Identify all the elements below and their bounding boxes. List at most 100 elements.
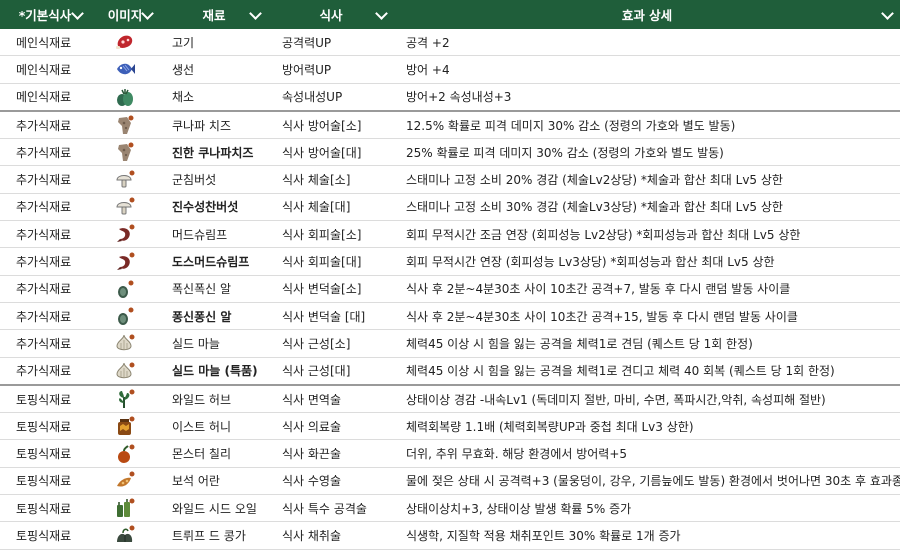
material-cell: 실드 마늘 (특품) — [160, 357, 268, 386]
table-row: 추가식재료 도스머드슈림프 식사 회피술[대] 회피 무적시간 연장 (회피성능 Lv… — [0, 247, 900, 276]
material-cell: 폭신폭신 알 — [160, 275, 268, 303]
cheese-icon — [114, 141, 136, 163]
table-row: 추가식재료 폭신폭신 알 식사 변덕술[소] 식사 후 2분~4분30초 사이 10초… — [0, 275, 900, 303]
meal-cell: 식사 회피술[대] — [268, 247, 394, 276]
header-category[interactable]: *기본식사 — [0, 0, 90, 29]
category-cell: 추가식재료 — [0, 275, 90, 303]
meal-cell: 식사 체술[소] — [268, 165, 394, 194]
effect-cell: 더위, 추위 무효화. 해당 환경에서 방어력+5 — [394, 439, 900, 468]
table-row: 추가식재료 진수성찬버섯 식사 체술[대] 스태미나 고정 소비 30% 경감 (체술… — [0, 193, 900, 222]
meal-cell: 식사 수영술 — [268, 467, 394, 496]
chevron-down-icon[interactable] — [375, 7, 388, 20]
shrimp-icon — [114, 223, 136, 245]
effect-cell: 회피 무적시간 연장 (회피성능 Lv3상당) *회피성능과 합산 최대 Lv5… — [394, 247, 900, 276]
material-cell: 도스머드슈림프 — [160, 247, 268, 276]
image-cell — [90, 55, 160, 84]
effect-cell: 스태미나 고정 소비 20% 경감 (체술Lv2상당) *체술과 합산 최대 L… — [394, 165, 900, 194]
meal-cell: 식사 방어술[대] — [268, 138, 394, 167]
honey-icon — [114, 415, 136, 437]
garlic-icon — [114, 332, 136, 354]
meal-cell: 식사 화끈술 — [268, 439, 394, 468]
table-row: 토핑식재료 트뤼프 드 콩가 식사 채취술 식생학, 지질학 적용 채취포인트 30%… — [0, 521, 900, 550]
effect-cell: 체력45 이상 시 힘을 잃는 공격을 체력1로 견디고 체력 40 회복 (퀘… — [394, 357, 900, 386]
chili-icon — [114, 443, 136, 465]
table-row: 추가식재료 진한 쿠나파치즈 식사 방어술[대] 25% 확률로 피격 데미지 30%… — [0, 138, 900, 167]
meat-icon — [114, 31, 136, 53]
shrimp-icon — [114, 251, 136, 273]
table-row: 토핑식재료 와일드 허브 식사 면역술 상태이상 경감 -내속Lv1 (독데미지 절반… — [0, 383, 900, 414]
seed-oil-icon — [114, 497, 136, 519]
effect-cell: 상태이상 경감 -내속Lv1 (독데미지 절반, 마비, 수면, 폭파시간,악취… — [394, 383, 900, 414]
effect-cell: 방어 +4 — [394, 55, 900, 84]
effect-cell: 체력회복량 1.1배 (체력회복량UP과 중첩 최대 Lv3 상한) — [394, 412, 900, 441]
image-cell — [90, 220, 160, 249]
effect-cell: 식사 후 2분~4분30초 사이 10초간 공격+7, 발동 후 다시 랜덤 발… — [394, 275, 900, 303]
category-cell: 추가식재료 — [0, 109, 90, 140]
image-cell — [90, 383, 160, 414]
meal-cell: 속성내성UP — [268, 83, 394, 112]
category-cell: 토핑식재료 — [0, 412, 90, 441]
food-skill-table: *기본식사 이미지 재료 식사 효과 상세 메인식재료 고기 공격력UP 공격 +2 메… — [0, 0, 900, 550]
category-cell: 추가식재료 — [0, 247, 90, 276]
material-cell: 군침버섯 — [160, 165, 268, 194]
meal-cell: 식사 변덕술 [대] — [268, 302, 394, 331]
image-cell — [90, 138, 160, 167]
category-cell: 추가식재료 — [0, 193, 90, 222]
effect-cell: 체력45 이상 시 힘을 잃는 공격을 체력1로 견딤 (퀘스트 당 1회 한정… — [394, 329, 900, 358]
header-material[interactable]: 재료 — [160, 0, 268, 29]
image-cell — [90, 275, 160, 303]
meal-cell: 공격력UP — [268, 29, 394, 57]
effect-cell: 식사 후 2분~4분30초 사이 10초간 공격+15, 발동 후 다시 랜덤 … — [394, 302, 900, 331]
table-row: 토핑식재료 와일드 시드 오일 식사 특수 공격술 상태이상치+3, 상태이상 발생 … — [0, 494, 900, 523]
header-image[interactable]: 이미지 — [90, 0, 160, 29]
image-cell — [90, 329, 160, 358]
category-cell: 메인식재료 — [0, 29, 90, 57]
table-row: 토핑식재료 보석 어란 식사 수영술 물에 젖은 상태 시 공격력+3 (물웅덩이, … — [0, 467, 900, 496]
egg-icon — [114, 278, 136, 300]
table-row: 메인식재료 생선 방어력UP 방어 +4 — [0, 55, 900, 84]
category-cell: 추가식재료 — [0, 357, 90, 386]
chevron-down-icon[interactable] — [249, 7, 262, 20]
category-cell: 추가식재료 — [0, 220, 90, 249]
material-cell: 고기 — [160, 29, 268, 57]
table-row: 추가식재료 실드 마늘 (특품) 식사 근성[대] 체력45 이상 시 힘을 잃는 공… — [0, 357, 900, 386]
category-cell: 토핑식재료 — [0, 494, 90, 523]
garlic-icon — [114, 360, 136, 382]
material-cell: 트뤼프 드 콩가 — [160, 521, 268, 550]
effect-cell: 방어+2 속성내성+3 — [394, 83, 900, 112]
table-row: 추가식재료 퐁신퐁신 알 식사 변덕술 [대] 식사 후 2분~4분30초 사이 10… — [0, 302, 900, 331]
material-cell: 진수성찬버섯 — [160, 193, 268, 222]
header-meal[interactable]: 식사 — [268, 0, 394, 29]
category-cell: 토핑식재료 — [0, 467, 90, 496]
table-row: 토핑식재료 이스트 허니 식사 의료술 체력회복량 1.1배 (체력회복량UP과 중첩… — [0, 412, 900, 441]
table-row: 추가식재료 머드슈림프 식사 회피술[소] 회피 무적시간 조금 연장 (회피성능 L… — [0, 220, 900, 249]
effect-cell: 상태이상치+3, 상태이상 발생 확률 5% 증가 — [394, 494, 900, 523]
chevron-down-icon[interactable] — [141, 7, 154, 20]
image-cell — [90, 109, 160, 140]
herb-icon — [114, 388, 136, 410]
category-cell: 토핑식재료 — [0, 383, 90, 414]
image-cell — [90, 193, 160, 222]
effect-cell: 공격 +2 — [394, 29, 900, 57]
effect-cell: 식생학, 지질학 적용 채취포인트 30% 확률로 1개 증가 — [394, 521, 900, 550]
effect-cell: 스태미나 고정 소비 30% 경감 (체술Lv3상당) *체술과 합산 최대 L… — [394, 193, 900, 222]
table-row: 추가식재료 쿠나파 치즈 식사 방어술[소] 12.5% 확률로 피격 데미지 30%… — [0, 109, 900, 140]
material-cell: 쿠나파 치즈 — [160, 109, 268, 140]
chevron-down-icon[interactable] — [881, 7, 894, 20]
image-cell — [90, 439, 160, 468]
header-effect[interactable]: 효과 상세 — [394, 0, 900, 29]
meal-cell: 식사 체술[대] — [268, 193, 394, 222]
image-cell — [90, 247, 160, 276]
image-cell — [90, 83, 160, 112]
header-row: *기본식사 이미지 재료 식사 효과 상세 — [0, 0, 900, 29]
category-cell: 메인식재료 — [0, 55, 90, 84]
bean-icon — [114, 524, 136, 546]
category-cell: 토핑식재료 — [0, 439, 90, 468]
chevron-down-icon[interactable] — [71, 7, 84, 20]
category-cell: 추가식재료 — [0, 165, 90, 194]
meal-cell: 식사 면역술 — [268, 383, 394, 414]
category-cell: 추가식재료 — [0, 138, 90, 167]
material-cell: 진한 쿠나파치즈 — [160, 138, 268, 167]
image-cell — [90, 357, 160, 386]
category-cell: 추가식재료 — [0, 302, 90, 331]
